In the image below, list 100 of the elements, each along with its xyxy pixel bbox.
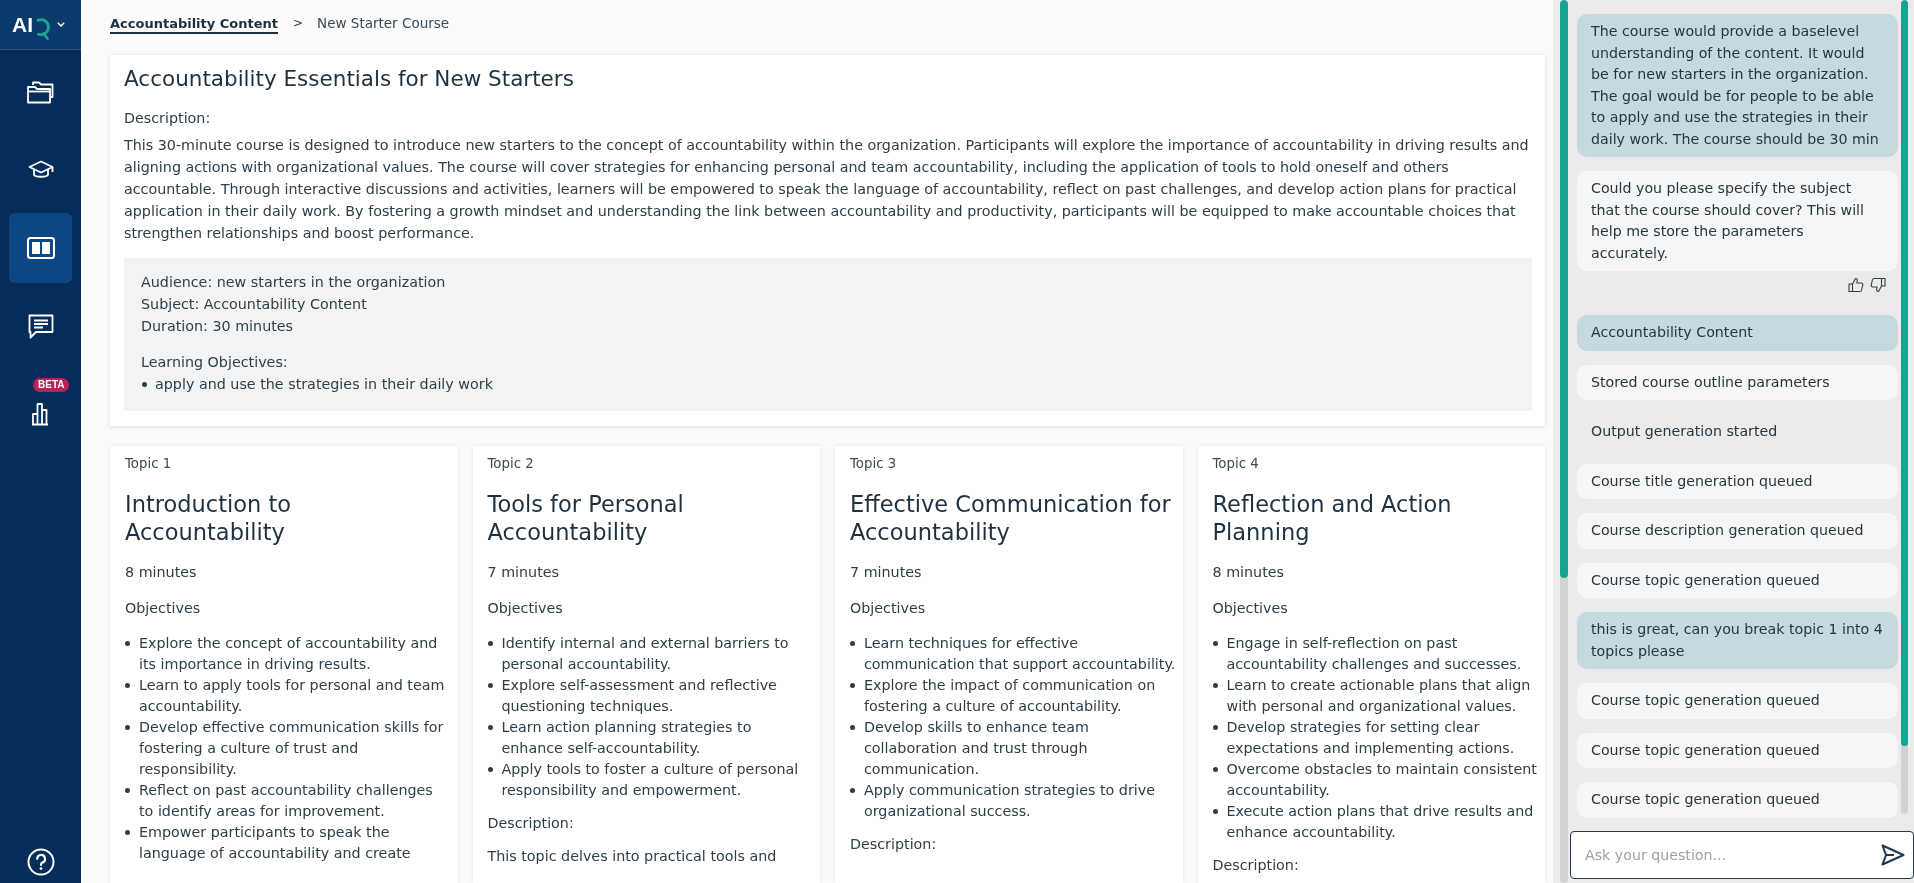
bullet-icon [125,683,130,688]
breadcrumb-link[interactable]: Accountability Content [110,15,279,31]
bullet-icon [850,683,855,688]
thumbs-down-icon [1870,277,1886,293]
thumbs-down-button[interactable] [1870,277,1886,293]
objectives-heading: Objectives [1212,599,1289,618]
thumbs-up-icon [1848,277,1864,293]
topic-number: Topic 3 [850,455,898,473]
assistant-message: Course topic generation queued [1577,683,1898,719]
thumbs-up-button[interactable] [1848,277,1864,293]
description-label: Description: [487,814,575,833]
objective-text: Develop effective communication skills for fostering a culture of trust and responsibility. [139,718,445,779]
objective-text: Learn techniques for effective communication that support accountability. [864,634,1177,674]
bullet-icon [142,382,147,387]
detail-text: Subject: Accountability Content [141,295,368,314]
beta-badge: BETA [33,378,70,392]
status-message: Output generation started [1590,422,1779,441]
bullet-icon [850,725,855,730]
objective-text: Develop strategies for setting clear expectations and implementing actions. [1226,718,1516,758]
bullet-icon [1212,767,1218,772]
send-icon [1881,844,1905,866]
nav-button[interactable]: BETA [9,369,72,439]
assistant-message: Course topic generation queued [1577,782,1898,818]
assistant-message: Course topic generation queued [1577,562,1898,598]
user-message: The course would provide a baselevel understanding of the content. It would be for new starters in the organization. The goal would be for people to be able to apply and use the strategies in their daily work. The course should be 30 min [1577,14,1898,157]
objective-text: Reflect on past accountability challenges to identify areas for improvement. [139,781,434,821]
folders-icon [27,80,54,104]
bullet-icon [125,725,130,730]
help-button[interactable] [26,848,55,876]
bullet-icon [1212,683,1218,688]
topic-duration: 8 minutes [1212,563,1285,582]
objective-text: Engage in self-reflection on past accountability challenges and successes. [1226,634,1523,674]
objective-text: Execute action plans that drive results and enhance accountability. [1226,802,1535,842]
topic-duration: 8 minutes [125,563,198,582]
user-message: Accountability Content [1577,315,1898,351]
assistant-message: Stored course outline parameters [1577,364,1898,400]
objective-text: Learn action planning strategies to enhance self-accountability. [501,718,753,758]
bullet-icon [1212,641,1218,646]
objective-text: Learn to create actionable plans that align with personal and organizational values. [1226,676,1532,716]
chevron-down-icon[interactable] [57,22,65,27]
breadcrumb-current: New Starter Course [317,15,450,31]
objective-text: Explore self-assessment and reflective questioning techniques. [501,676,778,716]
logo-text: AI [12,12,33,37]
topic-duration: 7 minutes [850,563,923,582]
bullet-icon [487,725,493,730]
bullet-icon [850,641,855,646]
assistant-message: Course title generation queued [1577,463,1898,499]
topic-title: Effective Communication for Accountability [850,490,1172,546]
objectives-heading: Objectives [125,599,202,618]
topic-number: Topic 1 [125,455,173,473]
assistant-message: Course topic generation queued [1577,732,1898,768]
objectives-heading: Objectives [850,599,927,618]
scrollbar-thumb[interactable] [1560,0,1568,578]
objective-text: apply and use the strategies in their daily work [155,375,493,394]
topic-description: This topic delves into practical tools and [487,847,778,866]
description-label: Description: [850,835,938,854]
topic-duration: 7 minutes [487,563,560,582]
assistant-message: Course description generation queued [1577,513,1898,549]
bullet-icon [125,641,130,646]
bullet-icon [850,788,855,793]
breadcrumb-separator: > [293,16,304,30]
chat-input[interactable]: Ask your question... [1570,831,1914,879]
objective-text: Explore the impact of communication on fostering a culture of accountability. [864,676,1157,716]
bullet-icon [487,641,493,646]
objective-text: Learn to apply tools for personal and team accountability. [139,676,446,716]
description-label: Description: [124,109,212,128]
message-icon [27,313,54,339]
topic-number: Topic 4 [1212,455,1260,473]
topic-title: Introduction to Accountability [125,490,292,546]
objectives-heading: Objectives [487,599,564,618]
description-label: Description: [1212,856,1300,875]
course-title: Accountability Essentials for New Starters [124,66,575,92]
objective-text: Apply tools to foster a culture of personal responsibility and empowerment. [501,760,800,800]
two-panel-icon [26,237,55,259]
objectives-label: Learning Objectives: [141,353,289,372]
bullet-icon [1212,725,1218,730]
detail-text: Audience: new starters in the organization [141,273,447,292]
graduation-cap-icon [27,160,54,180]
topic-number: Topic 2 [487,455,535,473]
topic-title: Tools for Personal Accountability [487,490,685,546]
objective-text: Identify internal and external barriers to personal accountability. [501,634,790,674]
bullet-icon [125,788,130,793]
bullet-icon [125,830,130,835]
bullet-icon [1212,809,1218,814]
bullet-icon [487,767,493,772]
course-description: This 30-minute course is designed to introduce new starters to the concept of accountability within the organization. Participants will explore the importance of accountability in driving results and aligning actions with organizational values. The course will cover strategies for enhancing personal and team accountability, including the application of tools to hold oneself and others accountable. Through interactive discussions and activities, learners will be empowered to speak the language of accountability, reflect on past challenges, and develop action plans for practical application in their daily work. By fostering a growth mindset and understanding the link between accountability and productivity, participants will be equipped to make accountable choices that strengthen relationships and boost performance. [124,136,1530,243]
help-icon [26,848,55,876]
objective-text: Develop skills to enhance team collaboration and trust through communication. [864,718,1090,779]
objective-text: Empower participants to speak the language of accountability and create [139,823,412,863]
bullet-icon [487,683,493,688]
bar-chart-icon [30,402,51,426]
scrollbar-track[interactable] [1560,0,1568,883]
detail-text: Duration: 30 minutes [141,317,295,336]
topic-title: Reflection and Action Planning [1212,490,1453,546]
objective-text: Apply communication strategies to drive organizational success. [864,781,1157,821]
objective-text: Overcome obstacles to maintain consistent accountability. [1226,760,1538,800]
assistant-message: Could you please specify the subject that the course should cover? This will help me store the parameters accurately. [1577,171,1898,271]
objective-text: Explore the concept of accountability and its importance in driving results. [139,634,439,674]
send-button[interactable] [1881,844,1905,866]
nav-button[interactable] [9,213,72,283]
